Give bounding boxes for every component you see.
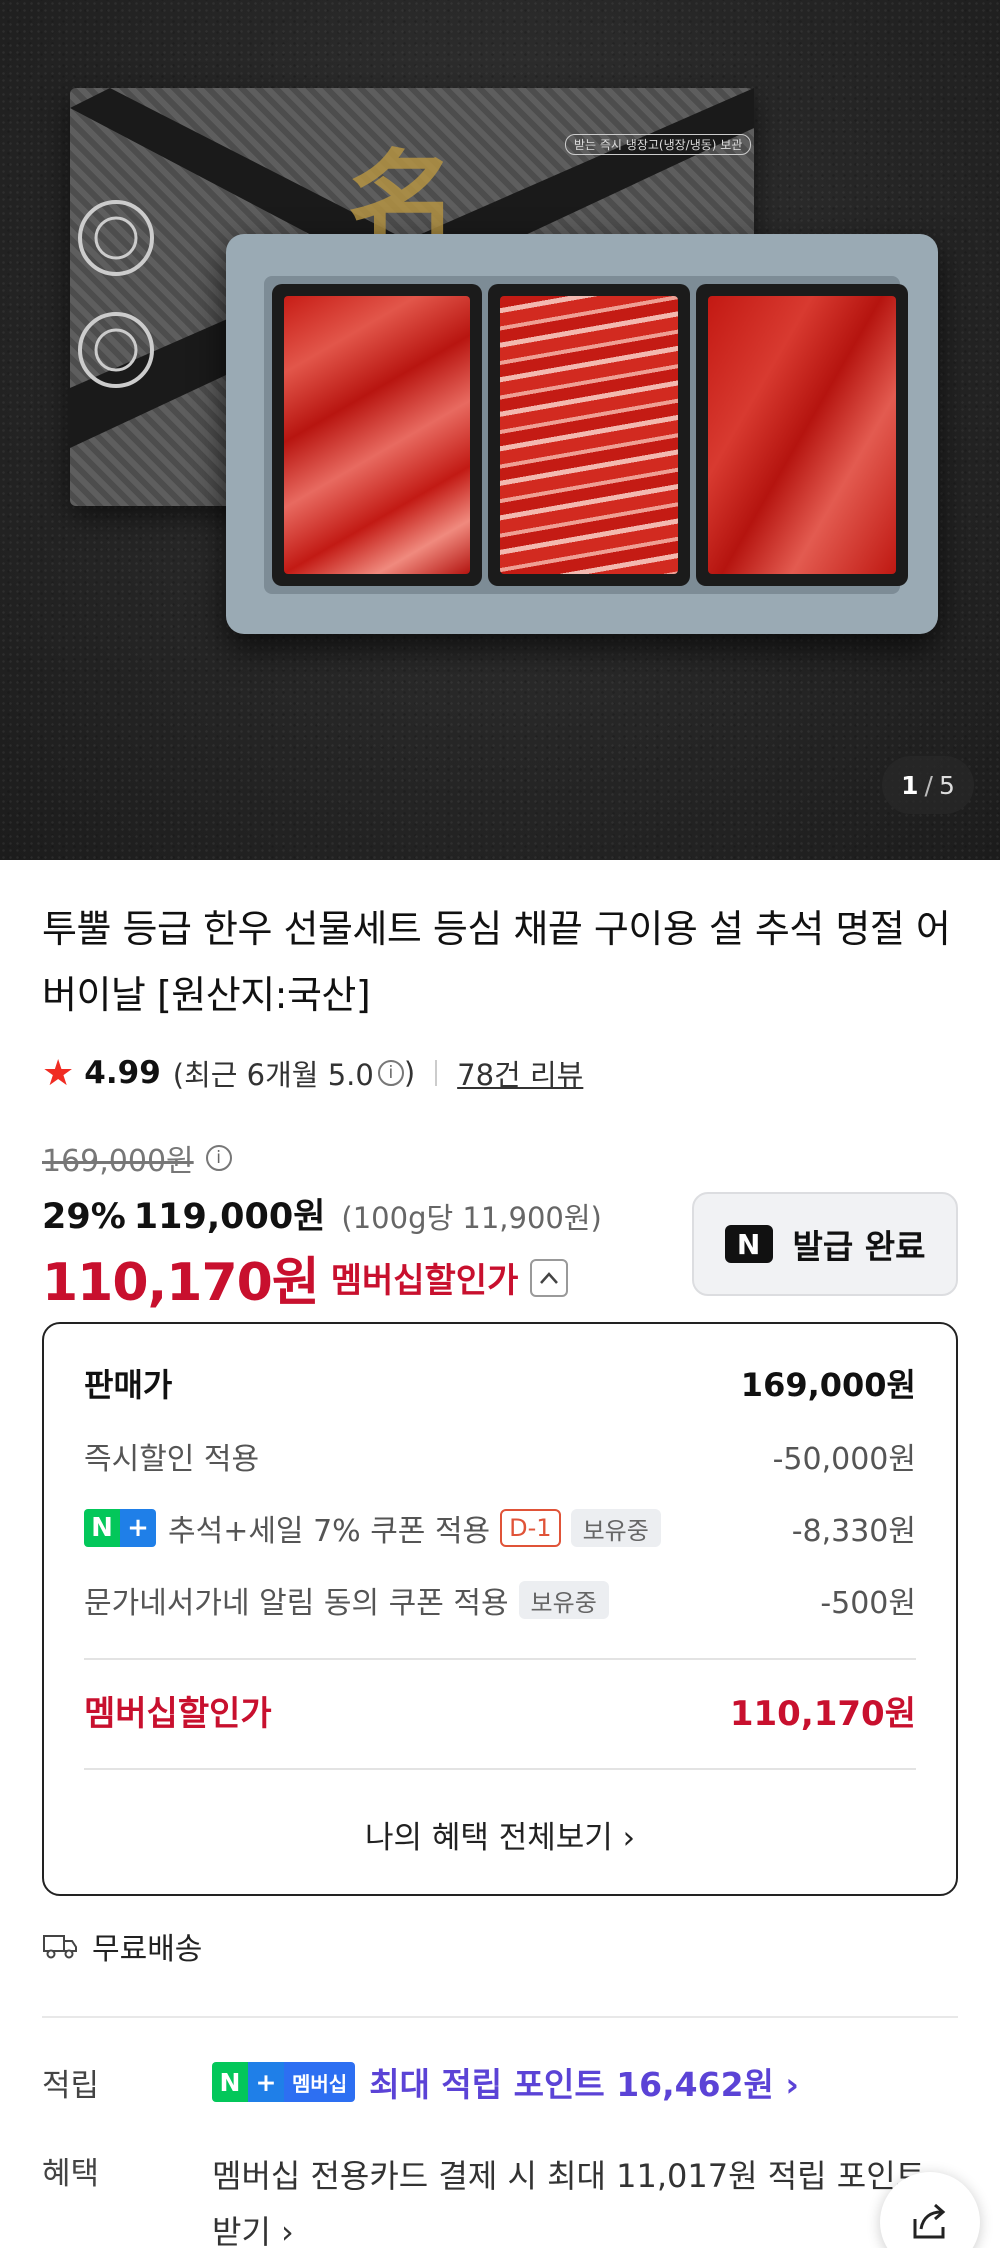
review-link[interactable]: 78건 리뷰 <box>457 1052 583 1094</box>
dday-badge: D-1 <box>500 1509 561 1547</box>
discount-rate: 29% <box>42 1197 126 1237</box>
alarm-coupon-row: 문가네서가네 알림 동의 쿠폰 적용 보유중 -500원 <box>84 1578 916 1622</box>
shipping-row: 무료배송 <box>42 1924 202 1968</box>
image-pager: 1 / 5 <box>882 756 974 814</box>
alarm-coupon-label: 문가네서가네 알림 동의 쿠폰 적용 <box>84 1586 509 1621</box>
meat-compartment-2 <box>488 284 690 586</box>
naver-n-icon: N <box>724 1225 773 1263</box>
sale-price-row: 판매가 169,000원 <box>84 1360 916 1406</box>
member-price: 110,170원 <box>42 1253 320 1313</box>
pager-current: 1 <box>901 770 919 800</box>
rating-recent-close: ) <box>403 1056 416 1090</box>
chevron-up-icon[interactable] <box>530 1258 569 1297</box>
product-image-gallery[interactable]: 名 받는 즉시 냉장고(냉장/냉동) 보관 1 / 5 <box>0 0 1000 860</box>
alarm-coupon-value: -500원 <box>820 1586 916 1621</box>
original-price: 169,000원 <box>42 1144 194 1179</box>
coupon-discount-value: -8,330원 <box>791 1514 916 1549</box>
shipping-label: 무료배송 <box>92 1932 203 1967</box>
coupon-discount-row: N + 추석+세일 7% 쿠폰 적용 D-1 보유중 -8,330원 <box>84 1506 916 1550</box>
coupon-discount-label: 추석+세일 7% 쿠폰 적용 <box>168 1514 491 1549</box>
member-total-label: 멤버십할인가 <box>84 1694 272 1734</box>
points-row[interactable]: 적립 N + 멤버십 최대 적립 포인트 16,462원 › <box>42 2058 958 2106</box>
points-label: 적립 <box>42 2067 100 2104</box>
info-icon[interactable]: i <box>377 1060 404 1086</box>
instant-discount-value: -50,000원 <box>772 1442 916 1477</box>
instant-discount-row: 즉시할인 적용 -50,000원 <box>84 1434 916 1478</box>
divider <box>84 1768 916 1770</box>
sale-price-value: 169,000원 <box>740 1366 916 1404</box>
truck-icon <box>43 1935 77 1959</box>
naver-plus-membership-badge: N + 멤버십 <box>212 2062 356 2102</box>
original-price-row: 169,000원 i <box>42 1136 232 1180</box>
star-icon: ★ <box>42 1052 75 1094</box>
meat-compartment-3 <box>696 284 908 586</box>
rating-recent: (최근 6개월 5.0 <box>172 1058 374 1092</box>
coupon-button-label: 발급 완료 <box>792 1227 926 1266</box>
divider <box>435 1060 438 1086</box>
pager-separator: / <box>924 770 933 800</box>
member-total-row: 멤버십할인가 110,170원 <box>84 1686 916 1735</box>
price-breakdown-box: 판매가 169,000원 즉시할인 적용 -50,000원 N + 추석+세일 7… <box>42 1322 958 1896</box>
view-all-benefits-link[interactable]: 나의 혜택 전체보기 › <box>44 1812 956 1857</box>
meat-compartment-1 <box>272 284 482 586</box>
price-info-icon[interactable]: i <box>205 1145 232 1171</box>
benefit-link[interactable]: 멤버십 전용카드 결제 시 최대 11,017원 적립 포인트 받기 › <box>212 2148 952 2248</box>
rating-score: 4.99 <box>84 1055 161 1091</box>
discount-price: 119,000원 <box>133 1197 326 1237</box>
sale-price-label: 판매가 <box>84 1366 173 1404</box>
member-price-row: 110,170원 멤버십할인가 <box>42 1240 569 1315</box>
product-title: 투뿔 등급 한우 선물세트 등심 채끝 구이용 설 추석 명절 어버이날 [원산… <box>42 907 951 1017</box>
coupon-issued-button[interactable]: N 발급 완료 <box>692 1192 958 1296</box>
instant-discount-label: 즉시할인 적용 <box>84 1442 260 1477</box>
meat-tray <box>226 234 938 634</box>
storage-label: 받는 즉시 냉장고(냉장/냉동) 보관 <box>565 134 752 155</box>
holding-badge: 보유중 <box>570 1509 661 1547</box>
benefit-label: 혜택 <box>42 2156 100 2192</box>
benefit-row: 혜택 멤버십 전용카드 결제 시 최대 11,017원 적립 포인트 받기 › <box>42 2148 958 2248</box>
discount-price-row: 29% 119,000원 (100g당 11,900원) <box>42 1188 602 1239</box>
share-icon <box>913 2203 946 2239</box>
divider <box>84 1658 916 1660</box>
pager-total: 5 <box>938 770 955 800</box>
unit-price: (100g당 11,900원) <box>341 1201 602 1235</box>
rating-row: ★ 4.99 (최근 6개월 5.0 i ) 78건 리뷰 <box>42 1052 583 1094</box>
naver-plus-badge: N + <box>84 1509 156 1547</box>
max-points-link[interactable]: 최대 적립 포인트 16,462원 › <box>369 2058 799 2106</box>
member-total-value: 110,170원 <box>729 1694 916 1734</box>
section-divider <box>42 2016 958 2018</box>
holding-badge: 보유중 <box>518 1581 609 1619</box>
member-price-label: 멤버십할인가 <box>330 1261 519 1301</box>
